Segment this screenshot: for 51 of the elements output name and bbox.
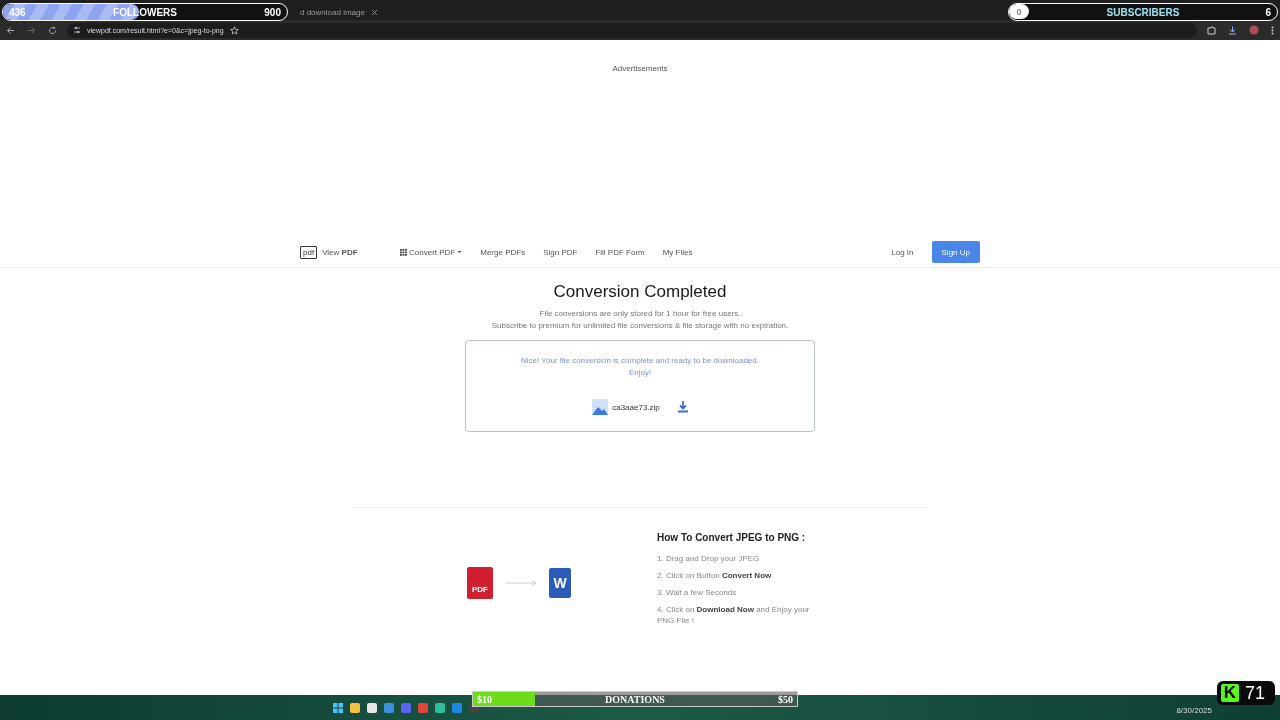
nav-link[interactable]: My Files [662, 247, 693, 257]
login-link[interactable]: Log In [891, 247, 914, 257]
tab-title[interactable]: d download image [300, 7, 365, 17]
progress-thumb: 0 [1009, 4, 1029, 19]
nav-link[interactable]: Convert PDF [400, 247, 463, 257]
caret-icon [457, 250, 463, 254]
kick-logo-icon: K [1221, 684, 1239, 702]
logo-text[interactable]: View PDF [322, 247, 358, 257]
taskbar-app-icon[interactable] [435, 702, 445, 713]
howto-title: How To Convert JPEG to PNG : [657, 532, 807, 543]
more-icon[interactable] [1271, 25, 1274, 35]
viewer-count: 71 [1245, 682, 1266, 704]
goal-label: SUBSCRIBERS [1106, 6, 1180, 18]
grid-icon [400, 248, 407, 256]
download-icon[interactable] [1228, 25, 1237, 35]
site-settings-icon[interactable] [73, 26, 81, 34]
profile-icon[interactable] [1249, 25, 1259, 35]
howto-step: 1. Drag and Drop your JPEG [657, 553, 827, 564]
ads-label: Advertisements [612, 64, 668, 73]
signup-button[interactable]: Sign Up [931, 241, 980, 263]
info-text: Subscribe to premium for unlimited file conversions & file storage with no expiration. [491, 320, 789, 332]
nav-link[interactable]: Sign PDF [543, 247, 578, 257]
success-message: Nice! Your file conversion is complete and ready to be downloaded. Enjoy! [520, 355, 760, 379]
back-icon[interactable] [6, 25, 15, 35]
taskbar-app-icon[interactable] [367, 702, 377, 713]
image-file-icon [592, 399, 609, 415]
windows-start-icon[interactable] [333, 702, 343, 713]
logo-icon[interactable]: pdf [300, 245, 318, 259]
howto-step: 4. Click on Download Now and Enjoy your PNG File ! [657, 604, 827, 626]
follower-count: 436 [9, 6, 26, 18]
word-file-icon: W [549, 568, 571, 598]
forward-icon[interactable] [27, 25, 36, 35]
donation-amount: $10 [477, 693, 492, 705]
reload-icon[interactable] [48, 25, 57, 35]
info-text: File conversions are only stored for 1 hour for free users. [538, 308, 742, 320]
close-icon[interactable] [370, 8, 378, 16]
pdf-file-icon: PDF [467, 567, 493, 599]
taskbar-date[interactable]: 8/30/2025 [1176, 705, 1212, 715]
howto-step: 2. Click on Button Convert Now [657, 570, 827, 581]
star-icon[interactable] [229, 25, 239, 35]
nav-link[interactable]: Fill PDF Form [595, 247, 645, 257]
howto-step: 3. Wait a few Seconds [657, 587, 827, 598]
goal-target: $50 [778, 693, 793, 705]
goal-target: 900 [264, 6, 281, 18]
goal-target: 6 [1265, 6, 1271, 18]
download-icon[interactable] [677, 401, 688, 413]
goal-label: DONATIONS [605, 693, 665, 705]
nav-link[interactable]: Merge PDFs [480, 247, 526, 257]
taskbar-app-icon[interactable] [350, 702, 360, 713]
page-title: Conversion Completed [553, 282, 727, 302]
file-name: ca3aae73.zip [612, 402, 660, 412]
